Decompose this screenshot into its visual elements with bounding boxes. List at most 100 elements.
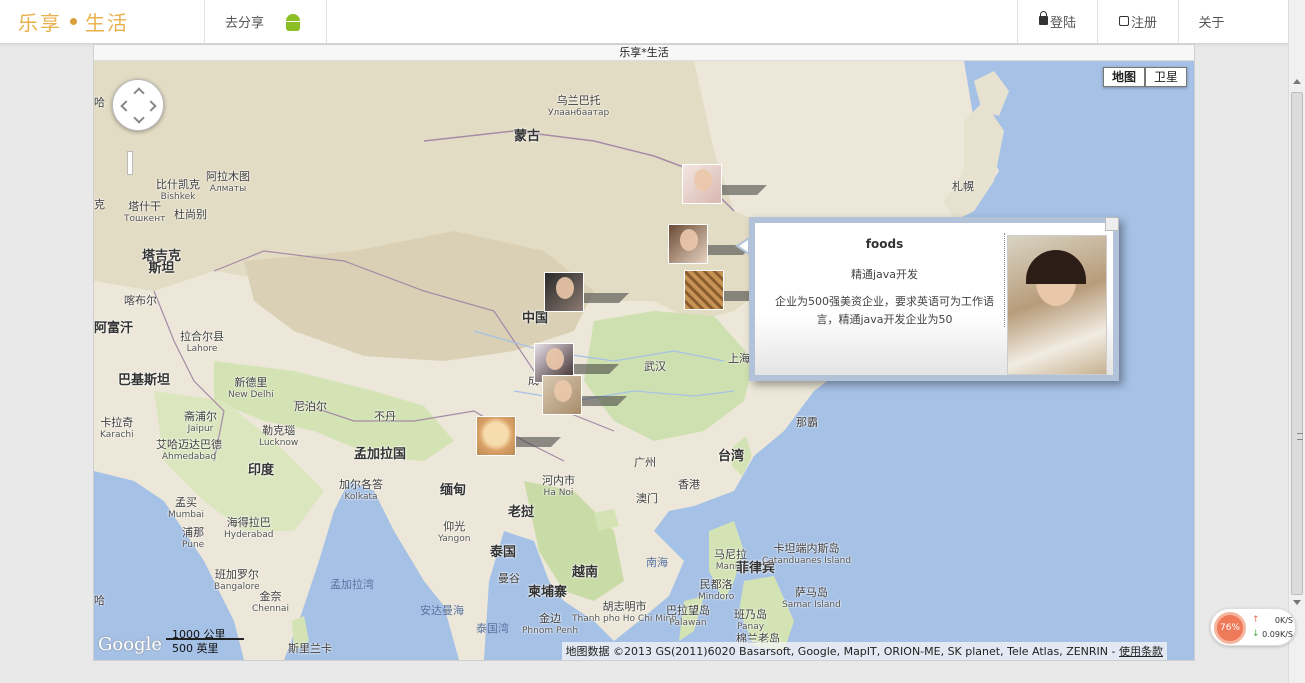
download-speed: 0.09K/S [1262, 630, 1293, 639]
label-almaty: 阿拉木图 Алматы [206, 170, 250, 195]
scale-mi: 500 英里 [172, 642, 219, 655]
login-link[interactable]: 登陆 [1017, 0, 1098, 43]
label-edge-ha: 哈 [94, 96, 105, 109]
register-link[interactable]: 注册 [1098, 0, 1179, 43]
photo-marker[interactable] [544, 272, 629, 312]
scale-km: 1000 公里 [166, 626, 244, 641]
label-taiwan: 台湾 [718, 449, 745, 464]
label-edge-ha2: 哈 [94, 594, 105, 607]
close-icon[interactable] [1105, 217, 1119, 231]
scroll-down-icon[interactable] [1293, 600, 1301, 605]
label-afghanistan: 阿富汗 [94, 321, 134, 336]
map-type-control: 地图 卫星 [1102, 67, 1187, 87]
label-andaman-sea: 安达曼海 [420, 604, 464, 617]
label-kabul: 喀布尔 [124, 294, 157, 307]
marker-photo [668, 224, 708, 264]
scroll-thumb[interactable] [1291, 92, 1303, 595]
label-guangzhou: 广州 [634, 456, 656, 469]
label-delhi: 新德里 New Delhi [228, 376, 274, 401]
upload-speed: 0K/S [1274, 616, 1293, 625]
photo-marker[interactable] [542, 375, 627, 415]
share-link[interactable]: 去分享 [205, 0, 327, 43]
google-logo[interactable]: Google [98, 634, 162, 655]
brand-dot [70, 18, 77, 25]
label-chennai: 金奈 Chennai [252, 590, 289, 615]
label-laos: 老挝 [508, 505, 535, 520]
attribution-text: 地图数据 ©2013 GS(2011)6020 Basarsoft, Googl… [565, 645, 1119, 658]
label-pune: 浦那 Pune [182, 526, 205, 551]
share-label: 去分享 [225, 16, 265, 31]
zoom-slider[interactable] [127, 151, 133, 175]
photo-marker[interactable] [682, 164, 767, 204]
terms-link[interactable]: 使用条款 [1119, 645, 1163, 658]
info-window: foods 精通java开发 企业为500强美资企业，要求英语可为工作语言，精通… [735, 217, 1119, 381]
label-thailand: 泰国 [490, 545, 517, 560]
marker-photo [682, 164, 722, 204]
pan-left-icon[interactable] [120, 100, 132, 112]
page-scrollbar[interactable] [1288, 0, 1305, 683]
brand-suffix: 生活 [85, 11, 129, 35]
about-label: 关于 [1198, 16, 1225, 31]
map-attribution: 地图数据 ©2013 GS(2011)6020 Basarsoft, Googl… [561, 642, 1167, 660]
marker-photo [544, 272, 584, 312]
network-speed-widget[interactable]: 76% ↑ 0K/S ↓ 0.09K/S [1210, 608, 1296, 646]
info-skill: 精通java开发 [850, 268, 919, 281]
info-name: foods [865, 237, 904, 251]
label-lucknow: 勒克瑙 Lucknow [259, 424, 299, 449]
label-phnom-penh: 金边 Phnom Penh [522, 612, 579, 637]
info-photo [1007, 235, 1107, 375]
label-palawan: 巴拉望岛 Palawan [666, 604, 710, 629]
map-canvas[interactable]: 乌兰巴托 Улаанбаатар 蒙古 阿拉木图 Алматы 比什凯克 Bishke… [94, 61, 1194, 660]
scroll-up-icon[interactable] [1293, 79, 1301, 84]
label-cambodia: 柬埔寨 [528, 585, 568, 600]
map-type-satellite-button[interactable]: 卫星 [1144, 67, 1187, 87]
label-india: 印度 [248, 463, 275, 478]
about-link[interactable]: 关于 [1179, 0, 1244, 43]
pan-control[interactable] [112, 79, 164, 131]
label-bishkek: 比什凯克 Bishkek [156, 178, 200, 203]
label-mongolia: 蒙古 [514, 129, 541, 144]
brand-logo[interactable]: 乐享 生活 [0, 0, 205, 43]
android-icon[interactable] [284, 12, 302, 32]
label-hong-kong: 香港 [678, 478, 700, 491]
label-samar: 萨马岛 Samar Island [782, 586, 841, 611]
map-panel: 乐享*生活 乌兰巴托 Улаанбаатар 蒙古 阿拉木图 Алматы 比什… [93, 44, 1195, 661]
top-navbar: 乐享 生活 去分享 登陆 注册 关于 [0, 0, 1288, 44]
label-myanmar: 缅甸 [440, 483, 467, 498]
photo-marker[interactable] [684, 270, 769, 310]
label-mindoro: 民都洛 Mindoro [698, 578, 735, 603]
label-gulf-of-thailand: 泰国湾 [476, 622, 509, 635]
label-ahmedabad: 艾哈迈达巴德 Ahmedabad [156, 438, 222, 463]
label-pakistan: 巴基斯坦 [118, 373, 171, 388]
photo-marker[interactable] [476, 416, 561, 456]
login-label: 登陆 [1049, 16, 1076, 31]
label-edge-ke: 克 [94, 198, 105, 211]
lock-icon [1038, 11, 1048, 25]
map-type-map-button[interactable]: 地图 [1102, 67, 1145, 87]
label-nepal: 尼泊尔 [294, 400, 327, 413]
label-sri-lanka: 斯里兰卡 [288, 642, 332, 655]
label-china: 中国 [522, 311, 549, 326]
marker-photo [684, 270, 724, 310]
label-bangalore: 班加罗尔 Bangalore [214, 568, 260, 593]
label-jaipur: 斋浦尔 Jaipur [184, 410, 217, 435]
edit-icon [1118, 15, 1129, 26]
info-window-pointer [735, 237, 749, 255]
marker-photo [542, 375, 582, 415]
label-tashkent: 塔什干 Тошкент [124, 200, 166, 225]
label-catanduanes: 卡坦端内斯岛 Catanduanes Island [762, 542, 852, 567]
pan-down-icon[interactable] [133, 112, 145, 124]
label-wuhan: 武汉 [644, 360, 666, 373]
pan-up-icon[interactable] [133, 87, 145, 99]
label-kolkata: 加尔各答 Kolkata [339, 478, 383, 503]
label-dushanbe: 杜尚别 [174, 208, 207, 221]
marker-photo [476, 416, 516, 456]
photo-marker[interactable] [668, 224, 753, 264]
label-karachi: 卡拉奇 Karachi [100, 416, 134, 441]
label-hyderabad: 海得拉巴 Hyderabad [224, 516, 274, 541]
pan-right-icon[interactable] [145, 100, 157, 112]
label-sapporo: 札幌 [952, 180, 974, 193]
brand-text: 乐享 [18, 11, 62, 35]
info-window-text: foods 精通java开发 企业为500强美资企业，要求英语可为工作语言，精通… [765, 233, 1005, 327]
label-vietnam: 越南 [572, 565, 599, 580]
